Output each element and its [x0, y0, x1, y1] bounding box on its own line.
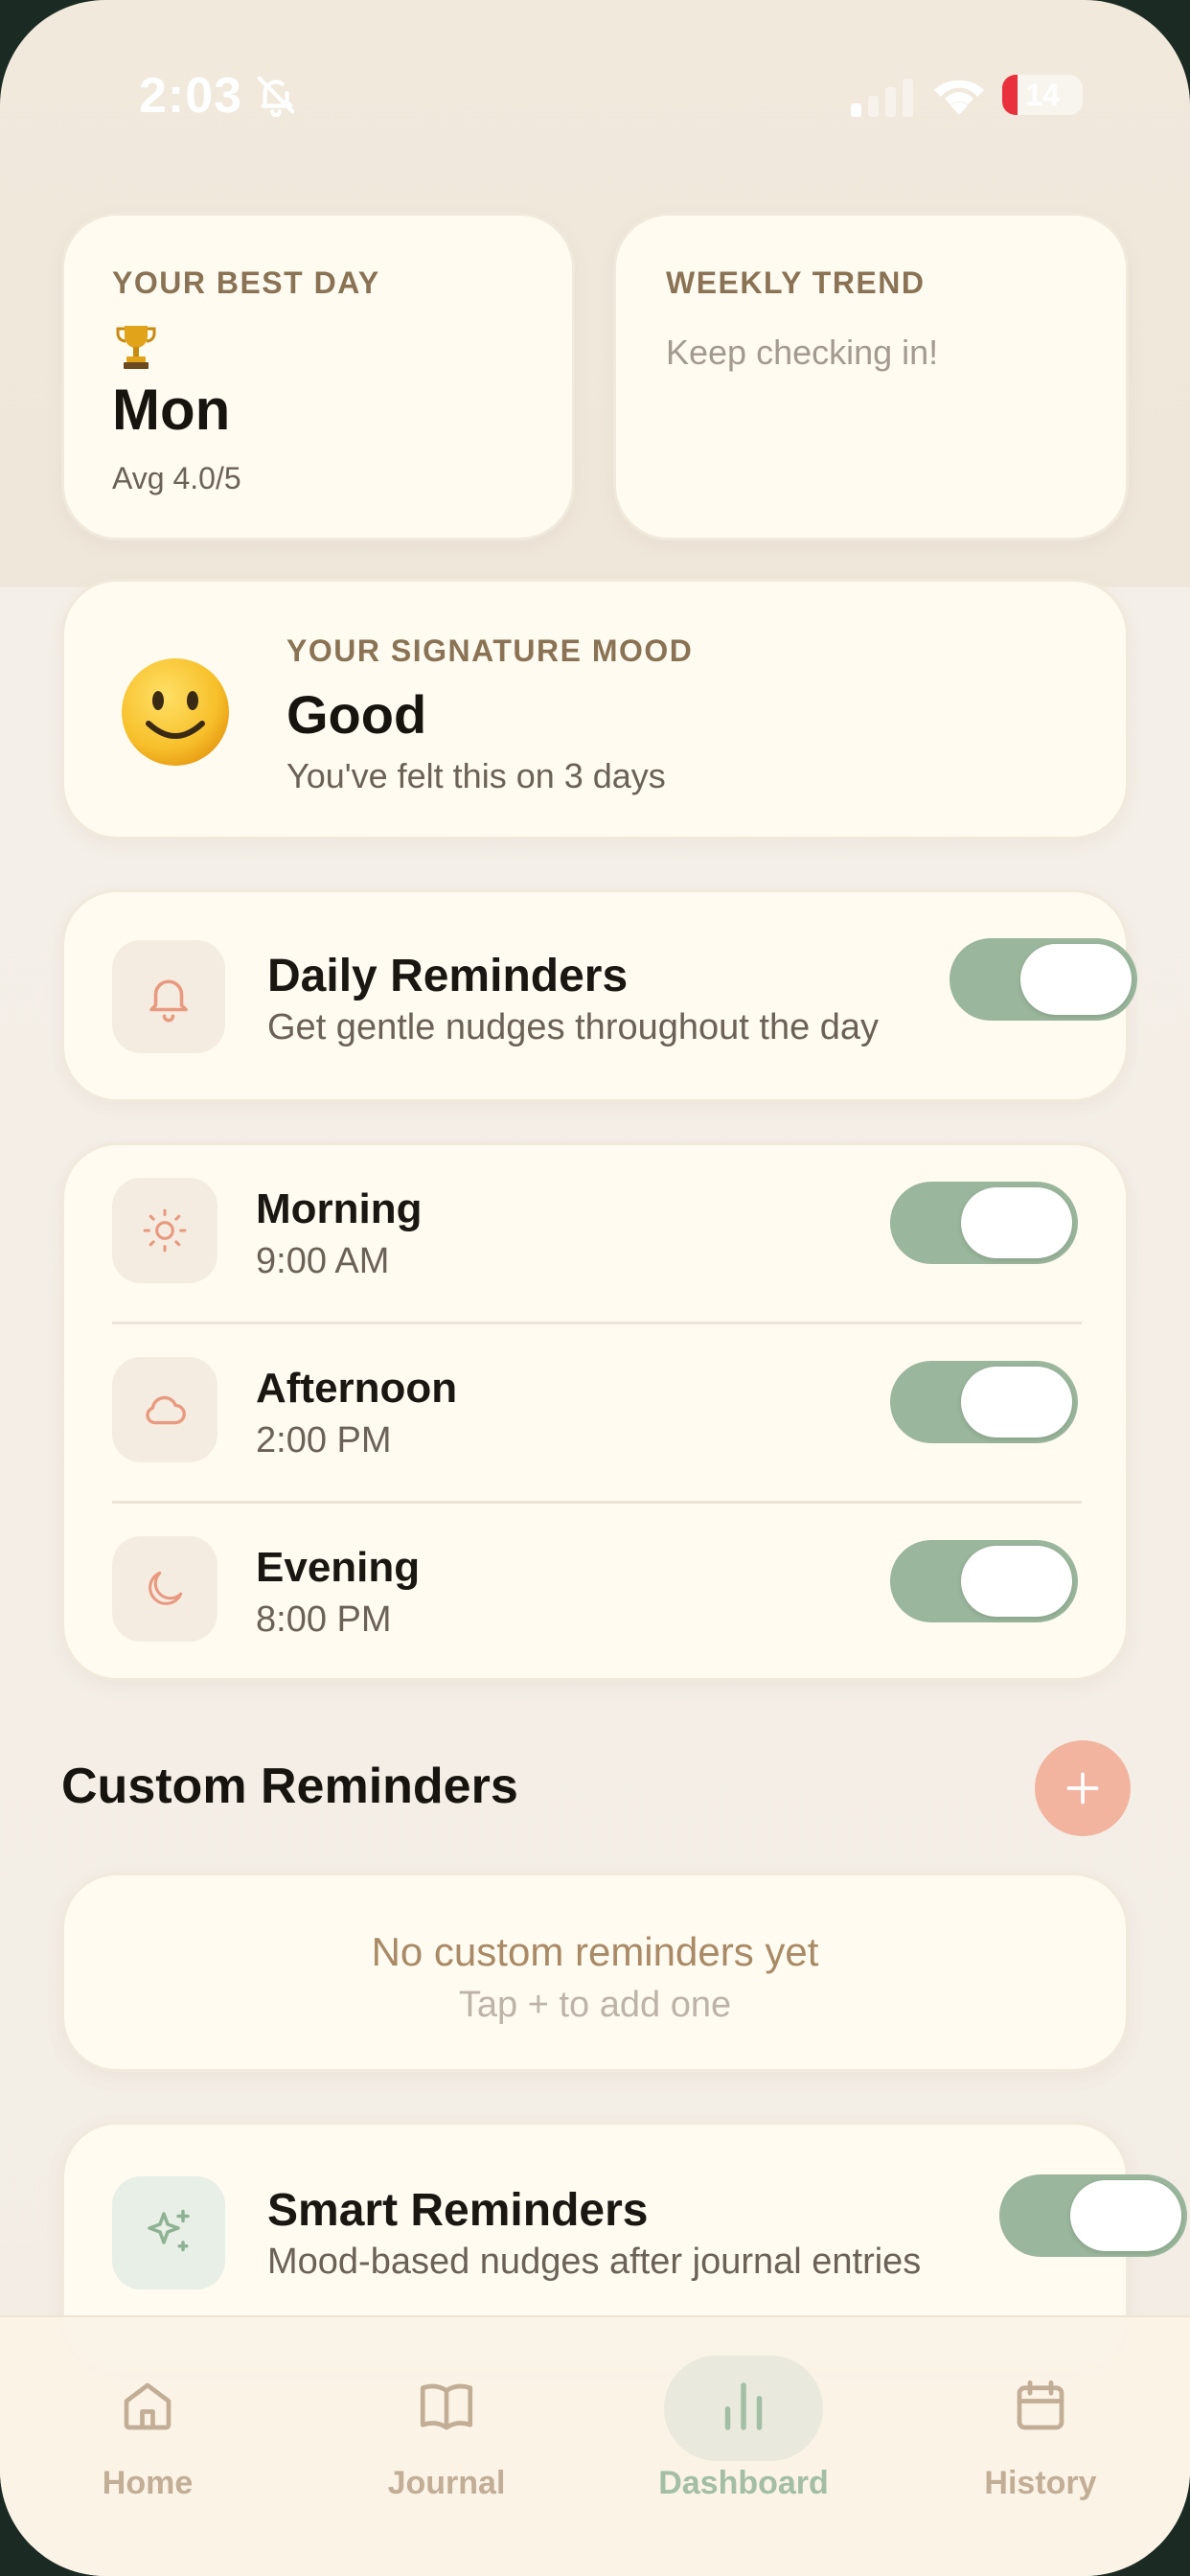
daily-reminders-icon-tile — [112, 940, 225, 1053]
wifi-icon — [934, 80, 984, 115]
weekly-trend-card: WEEKLY TREND Keep checking in! — [613, 213, 1129, 540]
morning-toggle[interactable] — [890, 1182, 1078, 1264]
battery-indicator: 14 — [1002, 75, 1083, 115]
reminder-slot-afternoon: Afternoon 2:00 PM — [64, 1324, 1132, 1503]
bell-icon — [149, 979, 188, 1023]
book-icon — [420, 2383, 473, 2430]
slot-name: Afternoon — [256, 1365, 458, 1412]
evening-toggle[interactable] — [890, 1540, 1078, 1622]
plus-icon — [1066, 1772, 1099, 1805]
daily-reminders-card: Daily Reminders Get gentle nudges throug… — [61, 889, 1137, 1102]
tab-bar: Home Journal Dashboard History — [0, 2315, 1190, 2576]
reminder-slot-evening: Evening 8:00 PM — [64, 1504, 1132, 1682]
trophy-icon — [116, 326, 156, 369]
tab-label: History — [984, 2465, 1097, 2501]
moon-icon — [149, 1571, 183, 1605]
daily-reminders-subtitle: Get gentle nudges throughout the day — [267, 1007, 880, 1047]
empty-state-hint: Tap + to add one — [458, 1985, 732, 2025]
weekly-trend-message: Keep checking in! — [666, 333, 939, 372]
tab-journal[interactable]: Journal — [341, 2356, 552, 2501]
tab-history[interactable]: History — [935, 2356, 1146, 2501]
home-icon — [124, 2382, 172, 2430]
app-screen: 2:03 14 YOUR BEST DAY Mon Avg 4.0/5 WEEK… — [0, 0, 1190, 2576]
smart-reminders-toggle[interactable] — [999, 2174, 1187, 2257]
slot-icon-tile — [112, 1357, 217, 1462]
sparkles-icon — [148, 2209, 190, 2252]
tab-home[interactable]: Home — [42, 2356, 253, 2501]
afternoon-toggle[interactable] — [890, 1361, 1078, 1443]
sun-icon — [143, 1208, 187, 1253]
smiley-face-icon — [122, 658, 229, 766]
daily-reminders-toggle[interactable] — [950, 938, 1137, 1021]
signature-mood-sub: You've felt this on 3 days — [286, 756, 666, 795]
tab-dashboard[interactable]: Dashboard — [638, 2356, 849, 2501]
custom-reminders-empty-state: No custom reminders yet Tap + to add one — [61, 1873, 1129, 2072]
best-day-average: Avg 4.0/5 — [112, 461, 241, 495]
smart-reminders-subtitle: Mood-based nudges after journal entries — [267, 2242, 922, 2282]
add-custom-reminder-button[interactable] — [1035, 1740, 1131, 1836]
status-time: 2:03 — [139, 68, 243, 124]
toggle-knob — [961, 1546, 1072, 1617]
best-day-card: YOUR BEST DAY Mon Avg 4.0/5 — [61, 213, 575, 540]
slot-name: Evening — [256, 1544, 421, 1591]
toggle-knob — [961, 1367, 1072, 1438]
slot-icon-tile — [112, 1536, 217, 1642]
custom-reminders-title: Custom Reminders — [61, 1759, 518, 1814]
toggle-knob — [961, 1187, 1072, 1258]
slot-name: Morning — [256, 1185, 423, 1232]
bell-off-icon — [257, 76, 295, 117]
best-day-label: YOUR BEST DAY — [112, 265, 380, 300]
toggle-knob — [1020, 944, 1132, 1015]
battery-percent: 14 — [1025, 78, 1060, 112]
toggle-knob — [1070, 2180, 1181, 2251]
bar-chart-icon — [724, 2382, 763, 2430]
empty-state-title: No custom reminders yet — [371, 1929, 819, 1974]
weekly-trend-label: WEEKLY TREND — [666, 265, 926, 300]
cloud-icon — [146, 1395, 186, 1425]
daily-reminders-title: Daily Reminders — [267, 951, 629, 1001]
signature-mood-value: Good — [286, 684, 427, 745]
tab-label: Journal — [387, 2465, 506, 2501]
signal-icon — [851, 79, 913, 117]
smart-reminders-title: Smart Reminders — [267, 2185, 649, 2236]
tab-label: Home — [102, 2465, 194, 2501]
slot-icon-tile — [112, 1178, 217, 1283]
best-day-value: Mon — [112, 378, 231, 442]
status-bar: 2:03 14 — [0, 0, 1190, 192]
reminder-times-card: Morning 9:00 AM Afternoon 2:00 PM Evenin… — [61, 1142, 1129, 1681]
signature-mood-card: YOUR SIGNATURE MOOD Good You've felt thi… — [61, 579, 1129, 840]
calendar-icon — [1017, 2380, 1064, 2430]
slot-time[interactable]: 9:00 AM — [256, 1241, 389, 1282]
signature-mood-label: YOUR SIGNATURE MOOD — [286, 633, 694, 668]
slot-time[interactable]: 8:00 PM — [256, 1599, 392, 1641]
smart-reminders-icon-tile — [112, 2176, 225, 2289]
tab-label: Dashboard — [658, 2465, 829, 2501]
reminder-slot-morning: Morning 9:00 AM — [64, 1145, 1132, 1323]
slot-time[interactable]: 2:00 PM — [256, 1420, 392, 1461]
